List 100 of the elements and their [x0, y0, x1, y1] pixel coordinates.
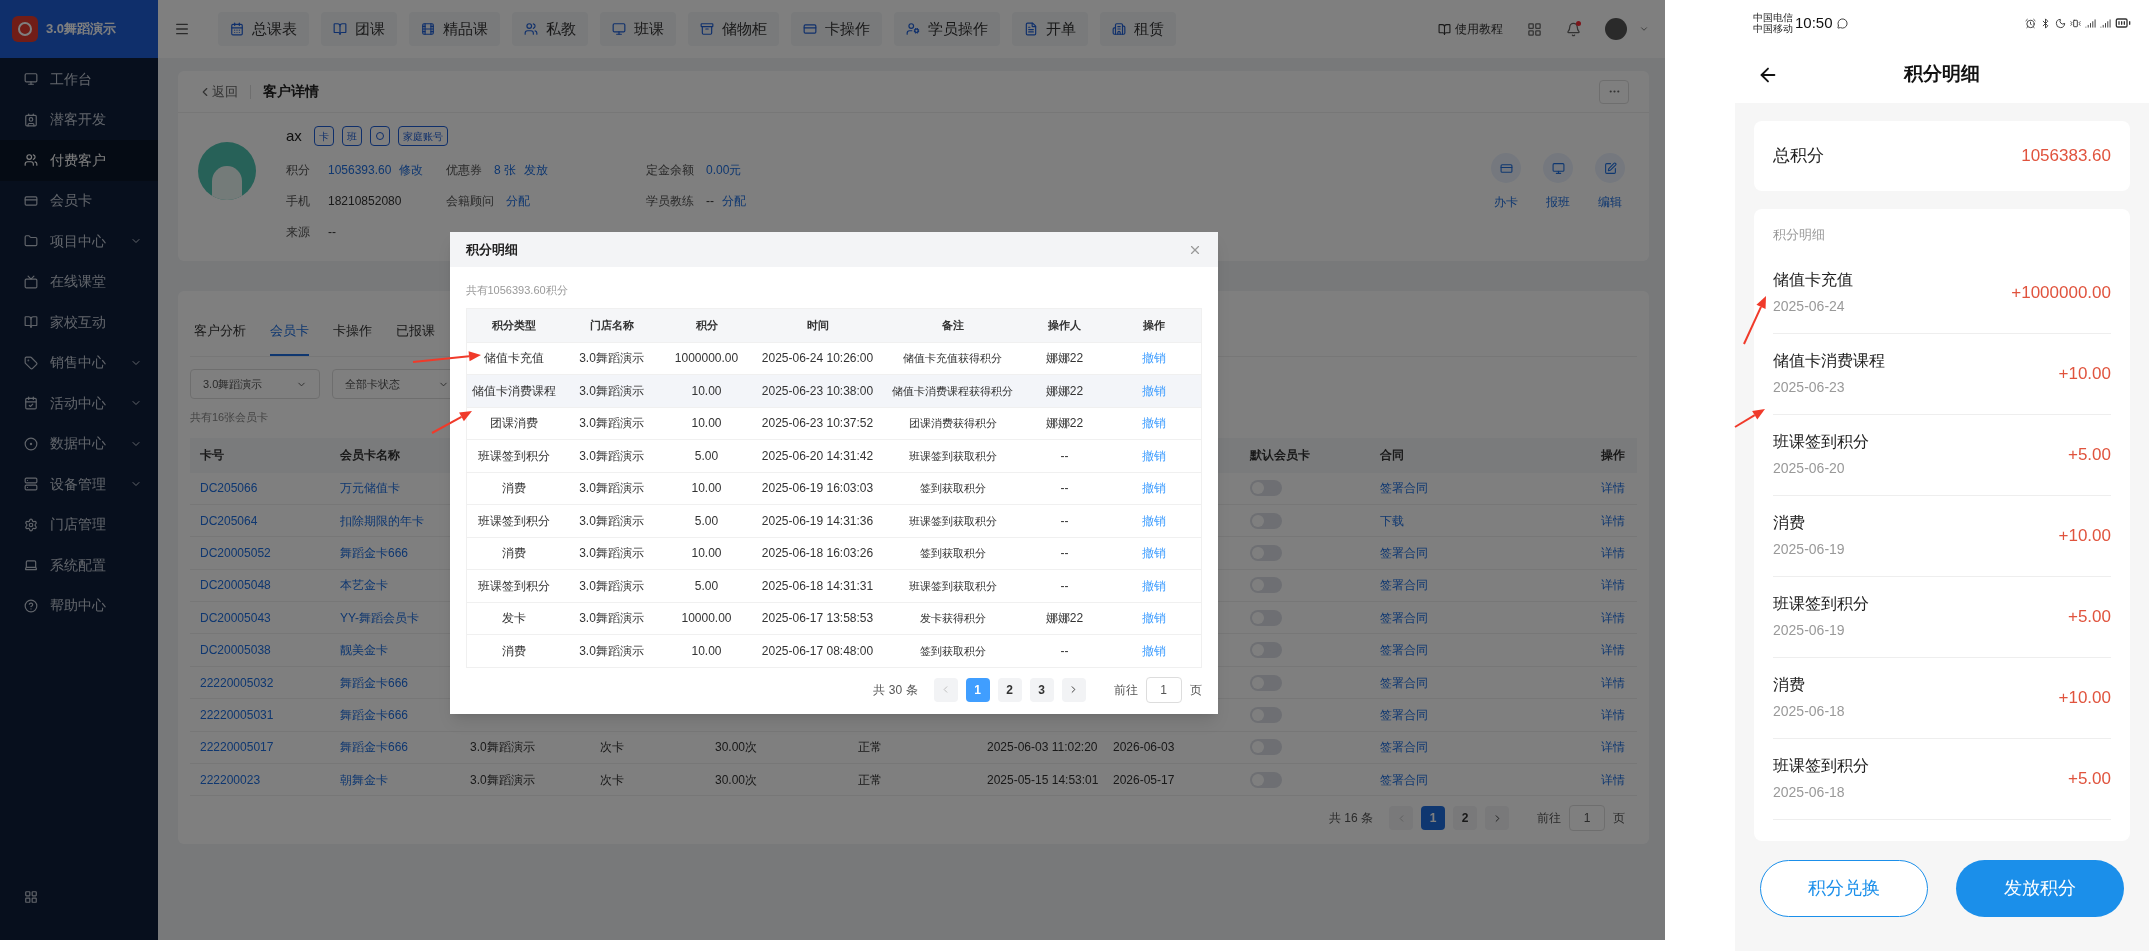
page-button[interactable]: 2	[1453, 806, 1477, 831]
detail-link[interactable]: 详情	[1601, 707, 1625, 722]
points-item[interactable]: 班课签到积分 2025-06-19 +5.00	[1773, 576, 2111, 658]
nav-button[interactable]: 团课	[321, 12, 397, 46]
points-item[interactable]: 班课签到积分 2025-06-20 +5.00	[1773, 414, 2111, 496]
contract-link[interactable]: 签署合同	[1380, 481, 1428, 496]
sidebar-item[interactable]: 付费客户	[0, 140, 158, 181]
field-action-link[interactable]: 分配	[506, 191, 530, 210]
page-button[interactable]: 2	[997, 677, 1022, 702]
detail-link[interactable]: 详情	[1601, 675, 1625, 690]
detail-link[interactable]: 详情	[1601, 772, 1625, 787]
revoke-link[interactable]: 撤销	[1142, 513, 1166, 528]
revoke-link[interactable]: 撤销	[1142, 546, 1166, 561]
points-item[interactable]: 消费 2025-06-19 +10.00	[1773, 495, 2111, 577]
sidebar-item[interactable]: 工作台	[0, 59, 158, 100]
card-number-link[interactable]: 222200023	[200, 772, 261, 787]
contract-link[interactable]: 签署合同	[1380, 545, 1428, 560]
card-name-link[interactable]: 舞蹈金卡666	[340, 675, 409, 690]
revoke-link[interactable]: 撤销	[1142, 416, 1166, 431]
sidebar-item[interactable]: 项目中心	[0, 221, 158, 262]
points-item[interactable]: 班课签到积分 2025-06-18 +5.00	[1773, 738, 2111, 820]
action-button[interactable]: 办卡	[1491, 153, 1521, 261]
action-button[interactable]: 编辑	[1595, 153, 1625, 261]
avatar[interactable]	[1605, 18, 1627, 40]
card-name-link[interactable]: 舞蹈金卡666	[340, 707, 409, 722]
revoke-link[interactable]: 撤销	[1142, 481, 1166, 496]
next-page-button[interactable]	[1061, 677, 1086, 702]
filter-select[interactable]: 3.0舞蹈演示	[190, 369, 320, 399]
detail-link[interactable]: 详情	[1601, 481, 1625, 496]
bell-icon[interactable]	[1566, 21, 1581, 37]
card-number-link[interactable]: DC20005048	[200, 578, 271, 593]
content-tab[interactable]: 会员卡	[270, 320, 309, 356]
card-name-link[interactable]: 扣除期限的年卡	[340, 513, 424, 528]
more-button[interactable]	[1599, 79, 1629, 104]
card-number-link[interactable]: 22220005031	[200, 707, 274, 722]
detail-link[interactable]: 详情	[1601, 610, 1625, 625]
content-tab[interactable]: 已报课	[396, 320, 435, 356]
page-button[interactable]: 3	[1029, 677, 1054, 702]
card-number-link[interactable]: DC205066	[200, 481, 258, 496]
card-number-link[interactable]: DC20005038	[200, 643, 271, 658]
card-name-link[interactable]: 万元储值卡	[340, 481, 400, 496]
sidebar-item[interactable]: 家校互动	[0, 302, 158, 343]
detail-link[interactable]: 详情	[1601, 740, 1625, 755]
sidebar-item[interactable]: 数据中心	[0, 423, 158, 464]
nav-button[interactable]: 精品课	[409, 12, 500, 46]
contract-link[interactable]: 签署合同	[1380, 610, 1428, 625]
page-button[interactable]: 1	[965, 677, 990, 702]
contract-link[interactable]: 下载	[1380, 513, 1404, 528]
page-input[interactable]: 1	[1569, 805, 1605, 832]
card-number-link[interactable]: DC20005043	[200, 610, 271, 625]
card-name-link[interactable]: 舞蹈金卡666	[340, 545, 409, 560]
card-name-link[interactable]: YY-舞蹈会员卡	[340, 610, 419, 625]
detail-link[interactable]: 详情	[1601, 513, 1625, 528]
nav-button[interactable]: 班课	[600, 12, 676, 46]
footer-button[interactable]: 积分兑换	[1760, 860, 1928, 917]
grid-icon[interactable]	[1527, 21, 1542, 37]
sidebar-item[interactable]: 设备管理	[0, 464, 158, 505]
contract-link[interactable]: 签署合同	[1380, 643, 1428, 658]
sidebar-item[interactable]: 销售中心	[0, 342, 158, 383]
card-number-link[interactable]: DC205064	[200, 513, 258, 528]
next-page-button[interactable]	[1485, 806, 1509, 831]
contract-link[interactable]: 签署合同	[1380, 740, 1428, 755]
card-number-link[interactable]: 22220005017	[200, 740, 274, 755]
sidebar-item[interactable]: 帮助中心	[0, 585, 158, 626]
nav-button[interactable]: 开单	[1012, 12, 1088, 46]
card-number-link[interactable]: 22220005032	[200, 675, 274, 690]
contract-link[interactable]: 签署合同	[1380, 707, 1428, 722]
contract-link[interactable]: 签署合同	[1380, 772, 1428, 787]
sidebar-item[interactable]: 潜客开发	[0, 99, 158, 140]
nav-button[interactable]: 总课表	[218, 12, 309, 46]
caret-icon[interactable]	[1639, 24, 1649, 34]
revoke-link[interactable]: 撤销	[1142, 351, 1166, 366]
revoke-link[interactable]: 撤销	[1142, 643, 1166, 658]
nav-button[interactable]: 储物柜	[688, 12, 779, 46]
page-button[interactable]: 1	[1421, 806, 1445, 831]
field-action-link[interactable]: 修改	[399, 160, 424, 179]
nav-button[interactable]: 卡操作	[791, 12, 882, 46]
page-input[interactable]: 1	[1145, 676, 1182, 703]
revoke-link[interactable]: 撤销	[1142, 578, 1166, 593]
nav-button[interactable]: 租赁	[1100, 12, 1176, 46]
nav-button[interactable]: 学员操作	[894, 12, 1000, 46]
field-action-link[interactable]: 分配	[722, 191, 746, 210]
nav-button[interactable]: 私教	[512, 12, 588, 46]
revoke-link[interactable]: 撤销	[1142, 611, 1166, 626]
card-name-link[interactable]: 朝舞金卡	[340, 772, 388, 787]
footer-button[interactable]: 发放积分	[1956, 860, 2124, 917]
card-name-link[interactable]: 本艺金卡	[340, 578, 388, 593]
content-tab[interactable]: 客户分析	[194, 320, 246, 356]
card-name-link[interactable]: 靓美金卡	[340, 643, 388, 658]
tutorial-button[interactable]: 使用教程	[1438, 20, 1503, 38]
contract-link[interactable]: 签署合同	[1380, 578, 1428, 593]
revoke-link[interactable]: 撤销	[1142, 448, 1166, 463]
sidebar-item[interactable]: 门店管理	[0, 504, 158, 545]
content-tab[interactable]: 卡操作	[333, 320, 372, 356]
action-button[interactable]: 报班	[1543, 153, 1573, 261]
points-item[interactable]: 消费 2025-06-18 +10.00	[1773, 657, 2111, 739]
detail-link[interactable]: 详情	[1601, 643, 1625, 658]
contract-link[interactable]: 签署合同	[1380, 675, 1428, 690]
sidebar-item[interactable]: 系统配置	[0, 545, 158, 586]
points-item[interactable]: 储值卡消费课程 2025-06-23 +10.00	[1773, 333, 2111, 415]
